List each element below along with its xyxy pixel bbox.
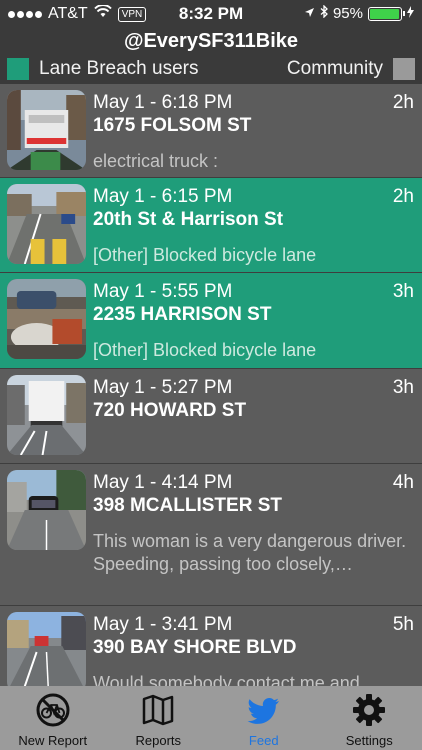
report-photo — [7, 279, 86, 359]
bluetooth-icon — [320, 4, 328, 22]
location-arrow-icon — [304, 5, 315, 22]
feed-item[interactable]: May 1 - 3:41 PM 5h 390 BAY SHORE BLVD Wo… — [0, 606, 422, 686]
feed-item[interactable]: May 1 - 4:14 PM 4h 398 MCALLISTER ST Thi… — [0, 464, 422, 606]
community-label: Community — [286, 58, 383, 79]
report-date: May 1 - 5:27 PM — [93, 377, 233, 398]
battery-icon — [368, 6, 405, 21]
feed-item[interactable]: May 1 - 5:55 PM 3h 2235 HARRISON ST [Oth… — [0, 273, 422, 369]
twitter-bird-icon — [246, 692, 282, 728]
report-date: May 1 - 5:55 PM — [93, 281, 233, 302]
no-bike-icon — [35, 692, 71, 728]
lane-breach-toggle[interactable] — [7, 58, 29, 80]
report-photo — [7, 90, 86, 170]
report-age: 3h — [392, 281, 414, 302]
report-date: May 1 - 6:18 PM — [93, 92, 233, 113]
report-address: 20th St & Harrison St — [93, 209, 284, 230]
status-right: 95% — [304, 4, 414, 22]
tab-feed[interactable]: Feed — [211, 686, 317, 750]
tab-label: Reports — [135, 733, 182, 748]
report-photo — [7, 184, 86, 264]
battery-fill — [370, 8, 399, 19]
report-photo — [7, 612, 86, 686]
report-age: 5h — [392, 614, 414, 635]
report-photo — [7, 375, 86, 455]
report-description: [Other] Blocked bicycle lane — [93, 340, 317, 360]
lane-breach-label: Lane Breach users — [39, 58, 199, 79]
charging-bolt-icon — [407, 5, 414, 22]
tab-label: New Report — [18, 733, 88, 748]
report-address: 390 BAY SHORE BLVD — [93, 637, 297, 658]
report-age: 2h — [392, 92, 414, 113]
community-toggle[interactable] — [393, 58, 415, 80]
source-filter-row: Lane Breach users Community — [0, 54, 422, 84]
report-description: This woman is a very dangerous driver. S… — [93, 531, 407, 574]
tab-new-report[interactable]: New Report — [0, 686, 106, 750]
report-age: 2h — [392, 186, 414, 207]
report-description: [Other] Blocked bicycle lane — [93, 245, 317, 265]
map-icon — [140, 692, 176, 728]
gear-icon — [351, 692, 387, 728]
tab-bar: New Report Reports Feed Settings — [0, 686, 422, 750]
page-title: @EverySF311Bike — [0, 28, 422, 54]
report-age: 4h — [392, 472, 414, 493]
status-bar: AT&T VPN 8:32 PM 95% — [0, 0, 422, 28]
report-feed[interactable]: May 1 - 6:18 PM 2h 1675 FOLSOM ST electr… — [0, 84, 422, 686]
report-photo — [7, 470, 86, 550]
tab-label: Feed — [248, 733, 279, 748]
battery-percent: 95% — [332, 5, 363, 22]
feed-item[interactable]: May 1 - 6:18 PM 2h 1675 FOLSOM ST electr… — [0, 84, 422, 178]
report-description: electrical truck : — [93, 151, 219, 171]
tab-label: Settings — [345, 733, 393, 748]
report-date: May 1 - 6:15 PM — [93, 186, 233, 207]
report-date: May 1 - 4:14 PM — [93, 472, 233, 493]
tab-settings[interactable]: Settings — [317, 686, 422, 750]
report-date: May 1 - 3:41 PM — [93, 614, 233, 635]
report-address: 720 HOWARD ST — [93, 400, 247, 421]
report-address: 398 MCALLISTER ST — [93, 495, 282, 516]
feed-item[interactable]: May 1 - 5:27 PM 3h 720 HOWARD ST — [0, 369, 422, 464]
report-description: Would somebody contact me and — [93, 673, 360, 686]
feed-item[interactable]: May 1 - 6:15 PM 2h 20th St & Harrison St… — [0, 178, 422, 273]
tab-reports[interactable]: Reports — [106, 686, 212, 750]
report-age: 3h — [392, 377, 414, 398]
report-address: 1675 FOLSOM ST — [93, 115, 252, 136]
report-address: 2235 HARRISON ST — [93, 304, 272, 325]
